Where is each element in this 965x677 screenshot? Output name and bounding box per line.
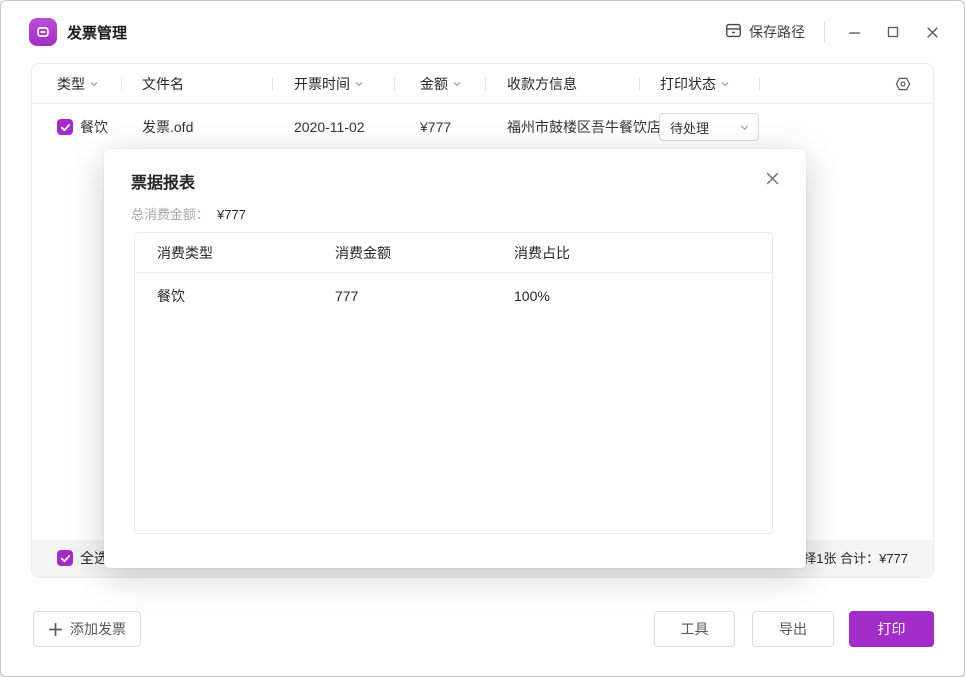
total-label: 总消费金额： [131,207,209,222]
export-button[interactable]: 导出 [752,611,834,647]
modal-title: 票据报表 [131,169,195,193]
report-cell-ratio: 100% [514,273,550,319]
close-window-button[interactable] [922,22,942,42]
titlebar-controls: 保存路径 [724,1,942,63]
row-checkbox[interactable] [57,119,73,135]
select-all-checkbox[interactable] [57,550,73,566]
tools-button[interactable]: 工具 [654,611,735,647]
modal-close-icon[interactable] [765,171,780,191]
check-icon [60,122,71,133]
titlebar-divider [824,21,825,43]
cell-type: 餐饮 [80,104,108,151]
add-invoice-label: 添加发票 [70,619,126,639]
app-window: 发票管理 保存路径 类型 [0,0,965,677]
maximize-button[interactable] [883,22,903,42]
app-title: 发票管理 [67,22,127,43]
column-header-print-status[interactable]: 打印状态 [660,64,730,104]
column-divider [272,77,273,91]
report-cell-type: 餐饮 [157,273,185,319]
minimize-button[interactable] [844,22,864,42]
column-divider [759,77,760,91]
add-invoice-button[interactable]: 添加发票 [33,611,141,647]
table-header-row: 类型 文件名 开票时间 金额 收款方信息 打印状态 [32,64,933,104]
report-col-consume-amount: 消费金额 [335,233,391,273]
print-button[interactable]: 打印 [849,611,934,647]
cell-filename: 发票.ofd [142,104,193,151]
report-modal: 票据报表 总消费金额： ¥777 消费类型 消费金额 消费占比 餐饮 777 10… [104,149,806,568]
column-header-filename[interactable]: 文件名 [142,64,184,104]
total-consumption: 总消费金额： ¥777 [131,204,246,223]
column-header-amount[interactable]: 金额 [420,64,462,104]
save-path-icon [724,21,743,43]
report-cell-amount: 777 [335,273,358,319]
sort-chevron-icon [720,79,730,89]
report-header-row: 消费类型 消费金额 消费占比 [135,233,772,273]
titlebar: 发票管理 保存路径 [1,1,964,63]
report-row: 餐饮 777 100% [135,273,772,319]
column-divider [639,77,640,91]
print-status-dropdown[interactable]: 待处理 [659,113,759,141]
check-icon [60,553,71,564]
sort-chevron-icon [89,79,99,89]
print-status-value: 待处理 [670,118,709,137]
plus-icon [48,622,63,637]
table-row[interactable]: 餐饮 发票.ofd 2020-11-02 ¥777 福州市鼓楼区吾牛餐饮店 待处… [32,104,933,151]
cell-payee: 福州市鼓楼区吾牛餐饮店 [507,104,661,151]
cell-amount: ¥777 [420,104,451,151]
total-value: ¥777 [217,207,246,222]
sort-chevron-icon [354,79,364,89]
report-col-consume-ratio: 消费占比 [514,233,570,273]
column-header-payee[interactable]: 收款方信息 [507,64,577,104]
app-logo-icon [29,18,57,46]
column-divider [121,77,122,91]
report-col-consume-type: 消费类型 [157,233,213,273]
column-divider [485,77,486,91]
cell-invoice-time: 2020-11-02 [294,104,365,151]
table-settings-gear-icon[interactable] [894,75,912,98]
column-divider [394,77,395,91]
column-header-invoice-time[interactable]: 开票时间 [294,64,364,104]
column-header-type[interactable]: 类型 [57,64,99,104]
save-path-label: 保存路径 [749,22,805,42]
save-path-button[interactable]: 保存路径 [724,21,805,43]
report-table: 消费类型 消费金额 消费占比 餐饮 777 100% [134,232,773,534]
chevron-down-icon [739,122,750,133]
sort-chevron-icon [452,79,462,89]
